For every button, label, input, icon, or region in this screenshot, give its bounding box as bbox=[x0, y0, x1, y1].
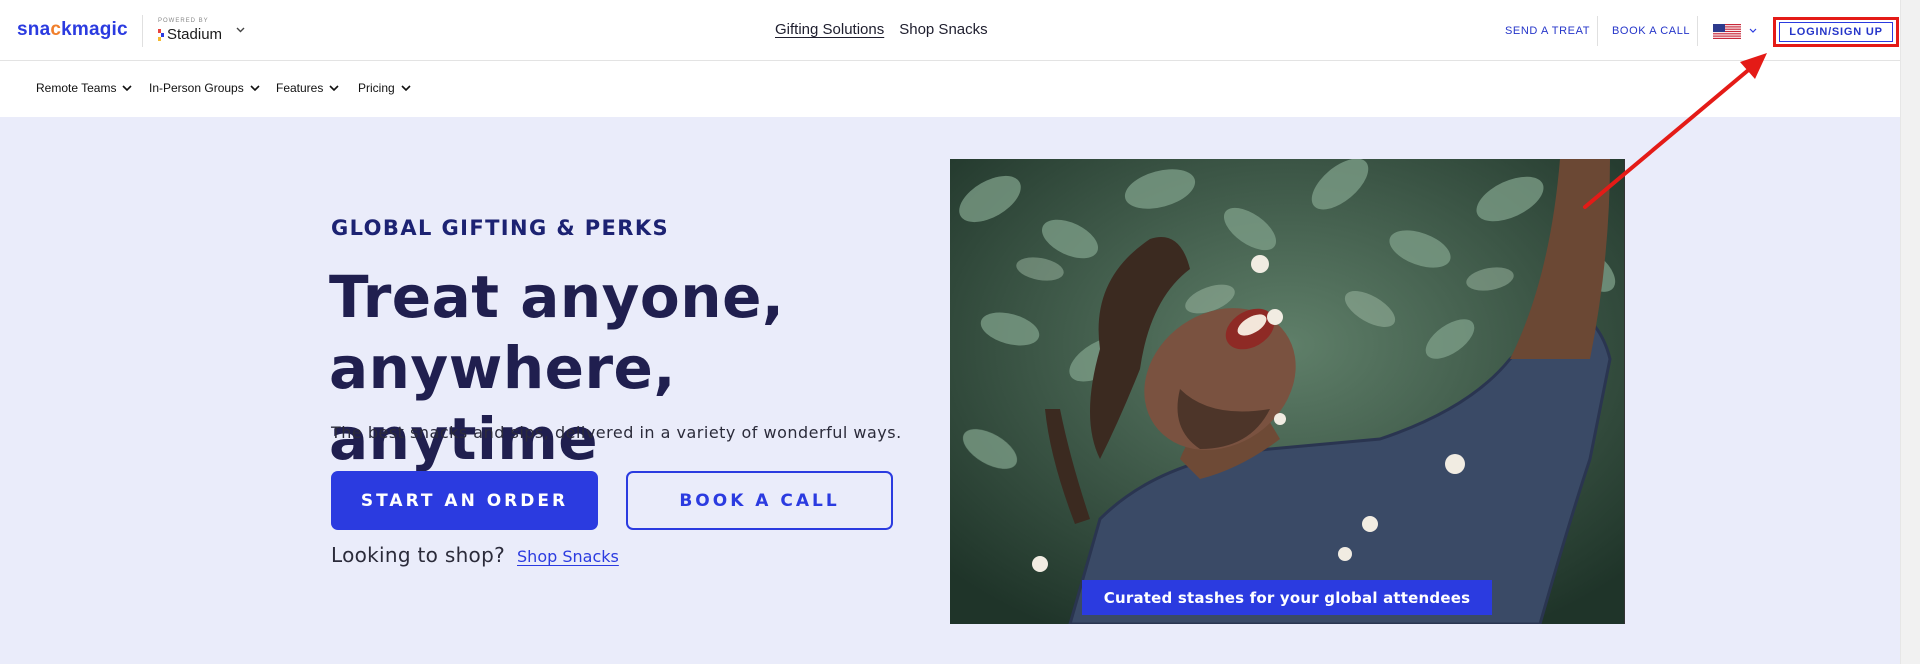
chevron-down-icon bbox=[122, 85, 133, 91]
nav-gifting-solutions[interactable]: Gifting Solutions bbox=[775, 21, 884, 38]
subnav-pricing[interactable]: Pricing bbox=[358, 81, 411, 95]
snackmagic-logo[interactable]: snackmagic bbox=[17, 19, 128, 41]
center-nav: Gifting Solutions Shop Snacks bbox=[775, 21, 988, 38]
hero-headline: Treat anyone, anywhere, anytime bbox=[329, 263, 785, 473]
shop-question: Looking to shop? bbox=[331, 543, 506, 567]
hero-image-caption: Curated stashes for your global attendee… bbox=[1082, 580, 1492, 615]
nav-shop-snacks[interactable]: Shop Snacks bbox=[899, 21, 987, 38]
subnav-label: In-Person Groups bbox=[149, 81, 244, 95]
logo-text-accent: c bbox=[50, 19, 62, 40]
sub-navbar: Remote Teams In-Person Groups Features P… bbox=[0, 62, 1900, 117]
logo-text-start: sna bbox=[17, 19, 51, 40]
shop-prompt: Looking to shop? Shop Snacks bbox=[331, 543, 619, 567]
subnav-label: Pricing bbox=[358, 81, 395, 95]
book-a-call-button[interactable]: BOOK A CALL bbox=[626, 471, 893, 530]
powered-by-stadium[interactable]: POWERED BY Stadium bbox=[158, 18, 222, 43]
subnav-label: Features bbox=[276, 81, 324, 95]
book-a-call-link[interactable]: BOOK A CALL bbox=[1612, 25, 1690, 37]
logo-text-end: kmagic bbox=[61, 19, 128, 40]
subnav-label: Remote Teams bbox=[36, 81, 117, 95]
nav-divider bbox=[1697, 16, 1698, 46]
login-highlight-box: LOGIN/SIGN UP bbox=[1773, 17, 1899, 47]
chevron-down-icon[interactable] bbox=[1749, 28, 1757, 33]
hero-subcopy: The best snacks and sips, delivered in a… bbox=[331, 423, 902, 442]
us-flag-icon[interactable] bbox=[1713, 24, 1741, 39]
hero-image bbox=[950, 159, 1625, 624]
subnav-remote-teams[interactable]: Remote Teams bbox=[36, 81, 133, 95]
subnav-features[interactable]: Features bbox=[276, 81, 339, 95]
nav-divider bbox=[1597, 16, 1598, 46]
powered-by-label: POWERED BY bbox=[158, 18, 209, 24]
page-scrollbar[interactable] bbox=[1900, 0, 1920, 664]
chevron-down-icon[interactable] bbox=[236, 27, 245, 33]
page: snackmagic POWERED BY Stadium Gifting So… bbox=[0, 0, 1920, 664]
hero-eyebrow: GLOBAL GIFTING & PERKS bbox=[331, 216, 670, 240]
subnav-in-person-groups[interactable]: In-Person Groups bbox=[149, 81, 260, 95]
top-navbar: snackmagic POWERED BY Stadium Gifting So… bbox=[0, 0, 1900, 61]
chevron-down-icon bbox=[329, 85, 339, 91]
stadium-name: Stadium bbox=[167, 26, 223, 43]
login-signup-button[interactable]: LOGIN/SIGN UP bbox=[1779, 22, 1893, 42]
send-a-treat-link[interactable]: SEND A TREAT bbox=[1505, 25, 1590, 37]
stadium-logo-icon bbox=[158, 28, 164, 41]
hero-photo-illustration bbox=[950, 159, 1624, 624]
chevron-down-icon bbox=[401, 85, 411, 91]
logo-divider bbox=[142, 15, 143, 47]
start-an-order-button[interactable]: START AN ORDER bbox=[331, 471, 598, 530]
chevron-down-icon bbox=[250, 85, 260, 91]
shop-snacks-link[interactable]: Shop Snacks bbox=[517, 547, 619, 566]
